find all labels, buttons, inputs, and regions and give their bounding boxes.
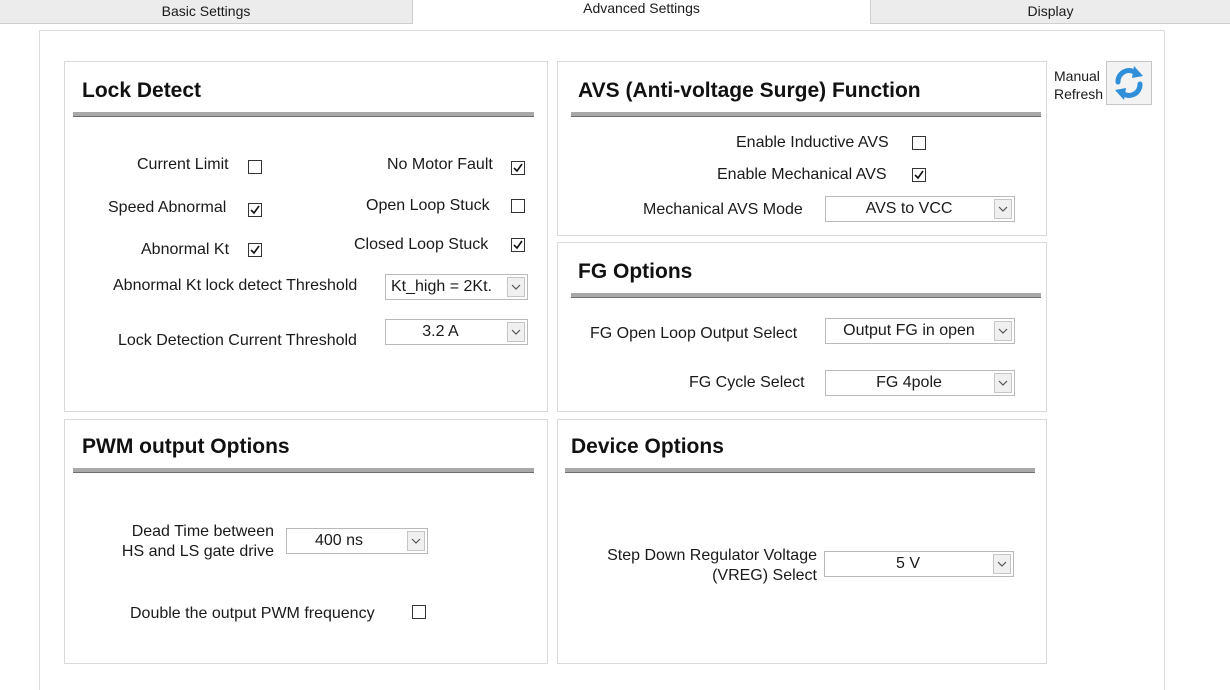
chevron-down-icon bbox=[511, 284, 521, 290]
dead-time-select[interactable]: 400 ns bbox=[286, 528, 428, 554]
current-threshold-dropdown-button[interactable] bbox=[507, 322, 525, 342]
fg-open-loop-output-label: FG Open Loop Output Select bbox=[590, 325, 798, 342]
mechanical-avs-mode-label: Mechanical AVS Mode bbox=[643, 201, 803, 218]
chevron-down-icon bbox=[998, 206, 1008, 212]
abnormal-kt-label: Abnormal Kt bbox=[141, 241, 230, 258]
open-loop-stuck-checkbox[interactable] bbox=[511, 199, 525, 213]
vreg-dropdown-button[interactable] bbox=[993, 554, 1011, 574]
fg-cycle-select-value: FG 4pole bbox=[876, 374, 942, 391]
fg-cycle-select[interactable]: FG 4pole bbox=[825, 370, 1015, 396]
enable-inductive-avs-label: Enable Inductive AVS bbox=[736, 134, 889, 151]
kt-threshold-value: Kt_high = 2Kt. bbox=[391, 278, 492, 295]
current-threshold-label: Lock Detection Current Threshold bbox=[118, 332, 357, 349]
enable-inductive-avs-checkbox[interactable] bbox=[912, 136, 926, 150]
chevron-down-icon bbox=[998, 328, 1008, 334]
device-options-title: Device Options bbox=[571, 435, 724, 458]
chevron-down-icon bbox=[998, 380, 1008, 386]
tab-basic-settings[interactable]: Basic Settings bbox=[0, 0, 413, 24]
fg-cycle-select-label: FG Cycle Select bbox=[689, 374, 805, 391]
dead-time-label: Dead Time between HS and LS gate drive bbox=[121, 523, 274, 560]
check-icon bbox=[250, 245, 260, 255]
no-motor-fault-label: No Motor Fault bbox=[387, 156, 493, 173]
check-icon bbox=[250, 205, 260, 215]
abnormal-kt-checkbox[interactable] bbox=[248, 243, 262, 257]
current-threshold-select[interactable]: 3.2 A bbox=[385, 319, 528, 345]
manual-refresh-label: Manual Refresh bbox=[1054, 68, 1104, 102]
tab-advanced-settings[interactable]: Advanced Settings bbox=[413, 0, 870, 24]
fg-options-title: FG Options bbox=[578, 260, 693, 283]
mechanical-avs-mode-dropdown-button[interactable] bbox=[994, 199, 1012, 219]
double-pwm-frequency-checkbox[interactable] bbox=[412, 605, 426, 619]
lock-detect-title: Lock Detect bbox=[82, 79, 202, 102]
manual-refresh-button[interactable] bbox=[1106, 61, 1152, 105]
lock-detect-separator bbox=[73, 112, 534, 117]
current-limit-label: Current Limit bbox=[137, 156, 229, 173]
speed-abnormal-checkbox[interactable] bbox=[248, 203, 262, 217]
check-icon bbox=[513, 163, 523, 173]
avs-separator bbox=[571, 112, 1041, 117]
closed-loop-stuck-label: Closed Loop Stuck bbox=[354, 236, 489, 253]
dead-time-dropdown-button[interactable] bbox=[407, 531, 425, 551]
fg-open-loop-output-dropdown-button[interactable] bbox=[994, 321, 1012, 341]
current-threshold-value: 3.2 A bbox=[422, 323, 459, 340]
chevron-down-icon bbox=[511, 329, 521, 335]
fg-open-loop-output-select[interactable]: Output FG in open bbox=[825, 318, 1015, 344]
check-icon bbox=[513, 240, 523, 250]
pwm-options-title: PWM output Options bbox=[82, 435, 290, 458]
device-options-separator bbox=[565, 468, 1035, 473]
kt-threshold-select[interactable]: Kt_high = 2Kt. bbox=[385, 274, 528, 300]
vreg-select-value: 5 V bbox=[895, 555, 920, 572]
current-limit-checkbox[interactable] bbox=[248, 160, 262, 174]
enable-mechanical-avs-label: Enable Mechanical AVS bbox=[717, 166, 887, 183]
tab-display[interactable]: Display bbox=[870, 0, 1230, 24]
vreg-select[interactable]: 5 V bbox=[824, 551, 1014, 577]
refresh-icon bbox=[1115, 66, 1143, 100]
check-icon bbox=[914, 170, 924, 180]
fg-cycle-dropdown-button[interactable] bbox=[994, 373, 1012, 393]
chevron-down-icon bbox=[997, 561, 1007, 567]
speed-abnormal-label: Speed Abnormal bbox=[108, 199, 227, 216]
double-pwm-frequency-label: Double the output PWM frequency bbox=[130, 605, 375, 622]
kt-threshold-dropdown-button[interactable] bbox=[507, 277, 525, 297]
fg-open-loop-output-value: Output FG in open bbox=[843, 322, 975, 339]
closed-loop-stuck-checkbox[interactable] bbox=[511, 238, 525, 252]
mechanical-avs-mode-value: AVS to VCC bbox=[865, 200, 953, 217]
enable-mechanical-avs-checkbox[interactable] bbox=[912, 168, 926, 182]
kt-threshold-label: Abnormal Kt lock detect Threshold bbox=[113, 277, 358, 294]
fg-options-separator bbox=[571, 293, 1041, 298]
no-motor-fault-checkbox[interactable] bbox=[511, 161, 525, 175]
avs-title: AVS (Anti-voltage Surge) Function bbox=[578, 79, 921, 102]
open-loop-stuck-label: Open Loop Stuck bbox=[366, 197, 490, 214]
vreg-select-label: Step Down Regulator Voltage (VREG) Selec… bbox=[607, 547, 817, 584]
mechanical-avs-mode-select[interactable]: AVS to VCC bbox=[825, 196, 1015, 222]
dead-time-value: 400 ns bbox=[314, 532, 364, 549]
chevron-down-icon bbox=[411, 538, 421, 544]
pwm-options-separator bbox=[73, 468, 534, 473]
